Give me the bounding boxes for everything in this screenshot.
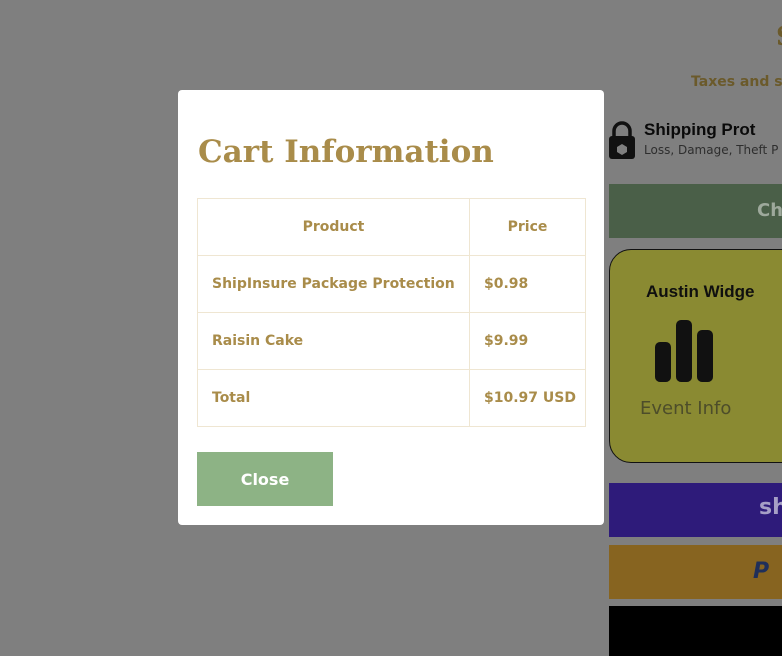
paypal-button[interactable]: P	[609, 545, 782, 599]
price-cell: $9.99	[469, 312, 586, 370]
total-price-cell: $10.97 USD	[469, 369, 586, 427]
table-row: Raisin Cake $9.99	[197, 312, 586, 370]
bar-chart-icon	[655, 320, 713, 382]
product-cell: Raisin Cake	[197, 312, 470, 370]
shipping-protection-title: Shipping Prot	[644, 120, 756, 139]
cart-table: Product Price ShipInsure Package Protect…	[197, 198, 586, 427]
table-header-row: Product Price	[197, 198, 586, 256]
event-widget[interactable]: Austin Widge Event Info	[609, 249, 782, 463]
checkout-button[interactable]: Che	[609, 184, 782, 238]
paypal-logo: P	[753, 559, 770, 584]
express-pay-button[interactable]	[609, 606, 782, 656]
product-cell: ShipInsure Package Protection	[197, 255, 470, 313]
widget-caption: Event Info	[640, 398, 732, 419]
column-header-price: Price	[469, 198, 586, 256]
lock-icon	[609, 121, 635, 159]
close-button[interactable]: Close	[197, 452, 333, 506]
total-label-cell: Total	[197, 369, 470, 427]
table-row: ShipInsure Package Protection $0.98	[197, 255, 586, 313]
shop-pay-button[interactable]: sh	[609, 483, 782, 537]
modal-title: Cart Information	[198, 134, 494, 170]
taxes-note: Taxes and sh	[691, 74, 782, 90]
page-heading: S	[776, 22, 782, 52]
table-row-total: Total $10.97 USD	[197, 369, 586, 427]
column-header-product: Product	[197, 198, 470, 256]
shipping-protection-subtitle: Loss, Damage, Theft P	[644, 143, 779, 157]
shipping-protection[interactable]: Shipping Prot Loss, Damage, Theft P	[607, 120, 782, 164]
price-cell: $0.98	[469, 255, 586, 313]
cart-info-modal: Cart Information Product Price ShipInsur…	[178, 90, 604, 525]
widget-title: Austin Widge	[646, 282, 755, 301]
